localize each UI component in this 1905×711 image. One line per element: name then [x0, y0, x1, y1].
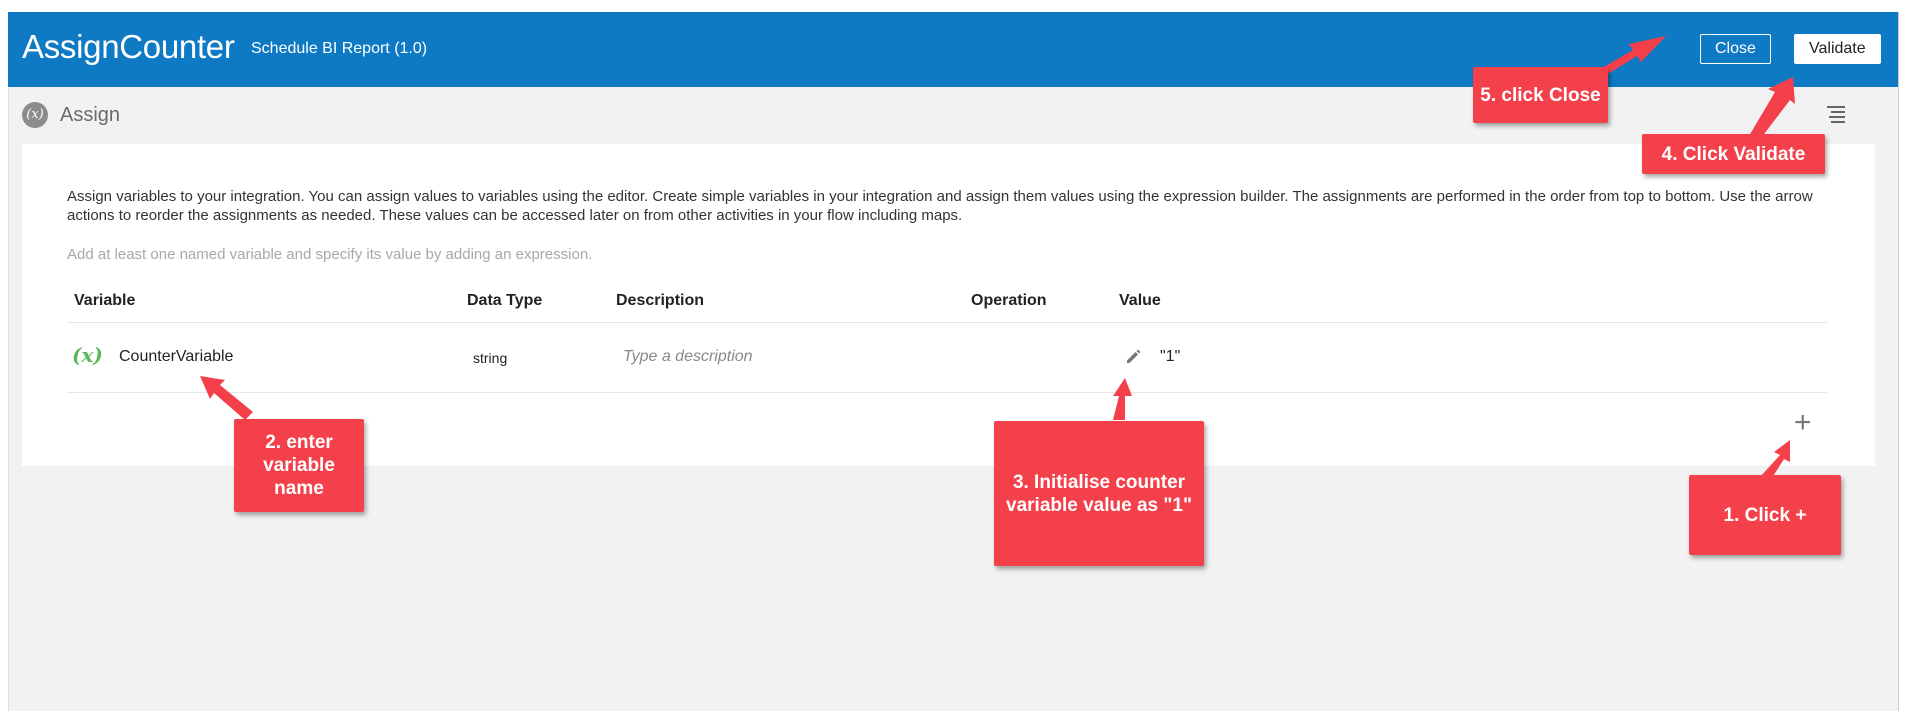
callout-step-3: 3. Initialise counter variable value as …: [994, 421, 1204, 566]
close-button[interactable]: Close: [1700, 34, 1771, 64]
header-bar: AssignCounter Schedule BI Report (1.0) C…: [8, 12, 1898, 87]
callout-step-1: 1. Click +: [1689, 475, 1841, 555]
column-header-operation: Operation: [971, 292, 1047, 309]
column-header-data-type: Data Type: [467, 292, 543, 309]
header-divider: [67, 322, 1827, 323]
panel-hint: Add at least one named variable and spec…: [67, 246, 593, 263]
assign-variable-icon: (x): [22, 102, 48, 128]
row-divider: [67, 392, 1827, 393]
variable-icon: (x): [72, 343, 103, 367]
add-variable-button[interactable]: +: [1794, 408, 1812, 438]
validate-button[interactable]: Validate: [1794, 34, 1881, 64]
column-header-variable: Variable: [74, 292, 136, 309]
variable-name-field[interactable]: CounterVariable: [119, 348, 233, 366]
column-header-description: Description: [616, 292, 705, 309]
page-title: AssignCounter: [22, 28, 235, 65]
data-type-value: string: [473, 350, 508, 366]
description-field[interactable]: Type a description: [623, 348, 753, 366]
callout-step-4: 4. Click Validate: [1642, 134, 1825, 174]
panel-description: Assign variables to your integration. Yo…: [67, 188, 1813, 224]
edit-pencil-icon[interactable]: [1124, 346, 1144, 366]
callout-step-5: 5. click Close: [1473, 67, 1608, 123]
action-title: Assign: [60, 104, 121, 126]
integration-subtitle: Schedule BI Report (1.0): [251, 40, 428, 57]
callout-step-2: 2. enter variable name: [234, 419, 364, 512]
menu-icon[interactable]: [1827, 106, 1845, 123]
value-expression[interactable]: "1": [1160, 348, 1180, 366]
column-header-value: Value: [1119, 292, 1161, 309]
window-scrollbar[interactable]: [1898, 12, 1905, 711]
